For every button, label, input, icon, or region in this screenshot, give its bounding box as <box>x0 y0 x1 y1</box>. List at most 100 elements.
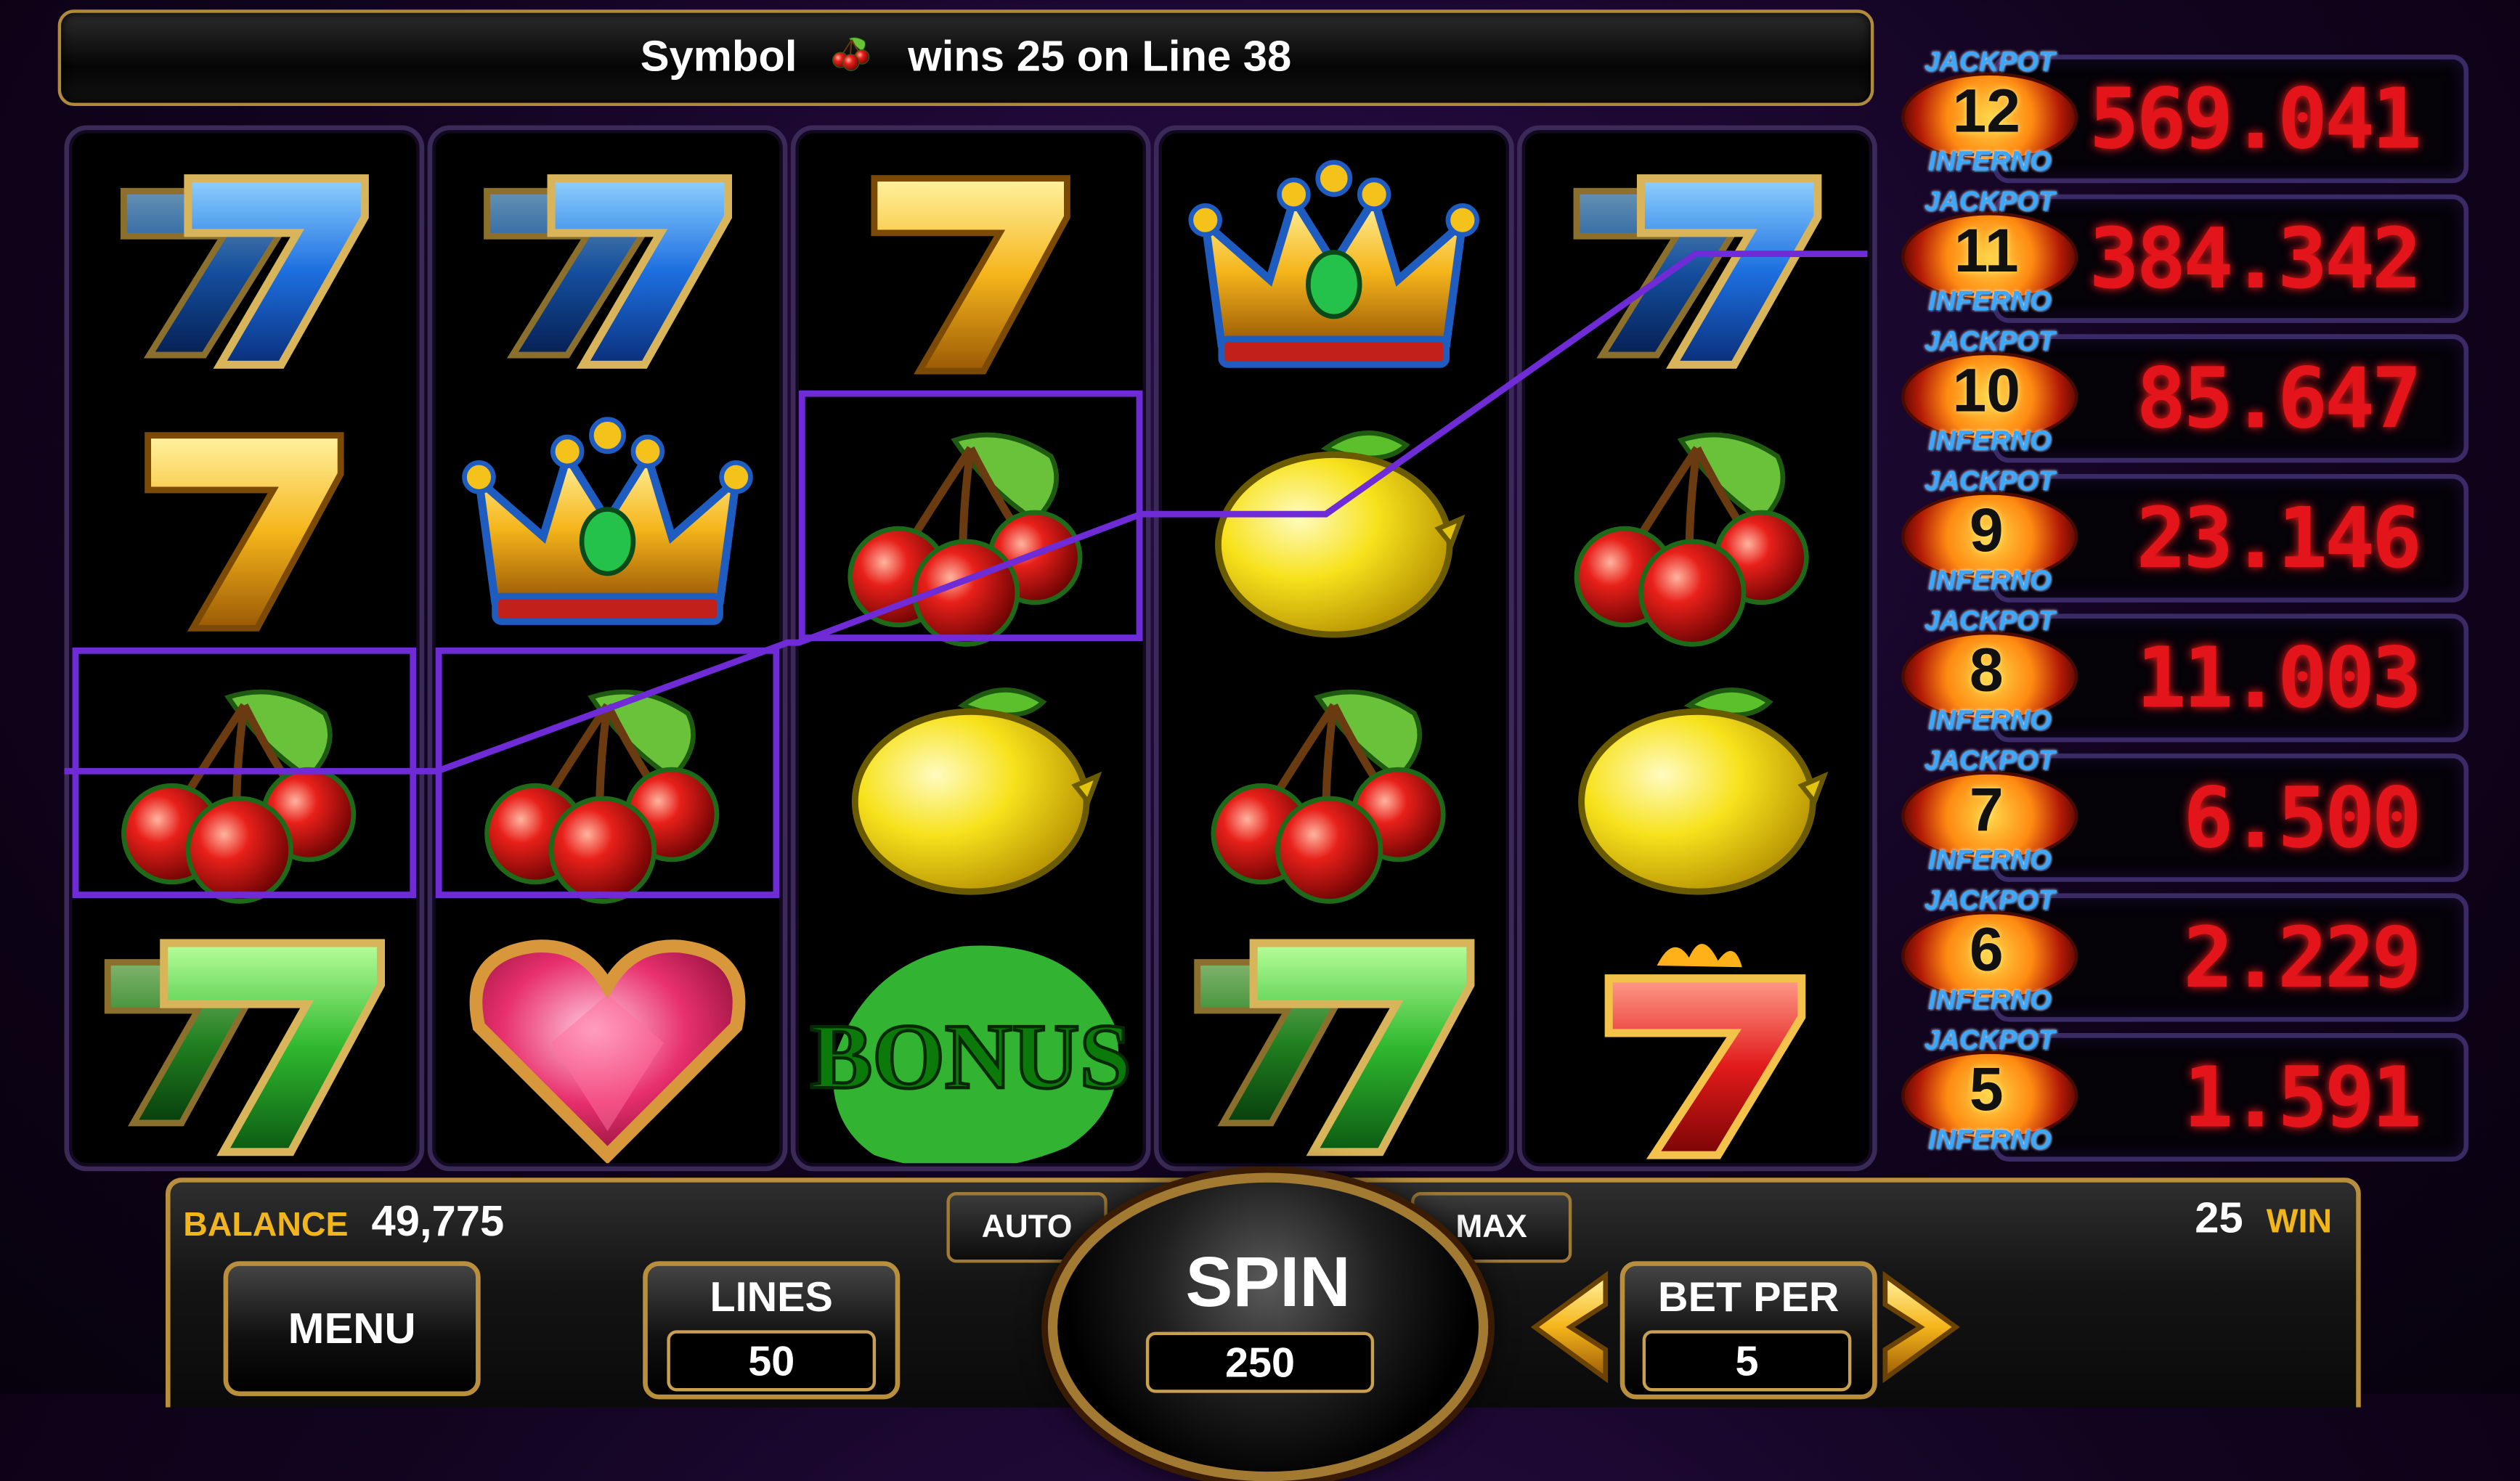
lemon-icon <box>1182 416 1487 649</box>
jackpot-value: 569.041 <box>2089 72 2422 169</box>
reel-cell <box>1522 661 1872 919</box>
spin-label: SPIN <box>1185 1243 1351 1323</box>
jackpot-subtitle: INFERNO <box>1928 984 2052 1016</box>
total-bet-value: 250 <box>1145 1331 1375 1393</box>
jackpot-badge: 9 JACKPOT INFERNO <box>1896 465 2078 597</box>
jackpot-badge: 5 JACKPOT INFERNO <box>1896 1024 2078 1156</box>
win-message-suffix: wins 25 on Line 38 <box>908 32 1292 81</box>
reel-1 <box>64 125 425 1172</box>
reel-cell <box>432 146 782 404</box>
blue-seven-icon <box>455 159 760 392</box>
jackpot-value: 85.647 <box>2136 351 2422 449</box>
reel-cell <box>1159 918 1509 1172</box>
blue-seven-icon <box>92 159 397 392</box>
jackpot-subtitle: INFERNO <box>1928 285 2052 317</box>
jackpot-value: 11.003 <box>2136 631 2422 728</box>
jackpot-subtitle: INFERNO <box>1928 565 2052 597</box>
lemon-icon <box>818 673 1123 906</box>
balance-label: BALANCE <box>183 1206 349 1244</box>
jackpot-value: 6.500 <box>2183 771 2422 868</box>
jackpot-value: 1.591 <box>2183 1050 2422 1148</box>
reel-cell <box>795 403 1145 661</box>
crown-icon <box>455 416 760 649</box>
bet-per-label: BET PER <box>1658 1272 1840 1321</box>
heart-gem-icon <box>455 930 760 1163</box>
jackpot-subtitle: INFERNO <box>1928 146 2052 177</box>
bet-decrease-arrow-icon[interactable] <box>1522 1269 1615 1384</box>
win-label: WIN <box>2266 1203 2333 1241</box>
bonus-label: BONUS <box>810 1005 1131 1108</box>
reel-cell <box>1159 146 1509 404</box>
jackpot-level: 7 <box>1969 778 2004 846</box>
reel-5 <box>1517 125 1877 1172</box>
jackpot-subtitle: INFERNO <box>1928 705 2052 736</box>
lines-value: 50 <box>667 1330 877 1392</box>
reel-4 <box>1153 125 1514 1172</box>
jackpot-title: JACKPOT <box>1924 605 2055 637</box>
win-value: 25 <box>2195 1194 2243 1242</box>
reel-cell <box>432 661 782 919</box>
jackpot-row: 2.229 6 JACKPOT INFERNO <box>1896 885 2469 1022</box>
reel-cell <box>69 918 419 1172</box>
jackpot-title: JACKPOT <box>1924 465 2055 497</box>
cherry-icon <box>1545 416 1850 649</box>
red-seven-icon <box>1545 930 1850 1163</box>
jackpot-value: 2.229 <box>2183 910 2422 1008</box>
jackpot-subtitle: INFERNO <box>1928 425 2052 457</box>
cherry-icon <box>1182 673 1487 906</box>
jackpot-badge: 10 JACKPOT INFERNO <box>1896 326 2078 458</box>
jackpot-row: 23.146 9 JACKPOT INFERNO <box>1896 465 2469 603</box>
bonus-icon: BONUS <box>808 930 1133 1163</box>
jackpot-title: JACKPOT <box>1924 186 2055 217</box>
reel-cell <box>1159 403 1509 661</box>
jackpot-badge: 8 JACKPOT INFERNO <box>1896 605 2078 738</box>
reel-cell <box>1522 146 1872 404</box>
jackpot-title: JACKPOT <box>1924 1024 2055 1056</box>
win-message-prefix: Symbol <box>640 32 797 81</box>
jackpot-subtitle: INFERNO <box>1928 1125 2052 1156</box>
jackpot-title: JACKPOT <box>1924 745 2055 776</box>
jackpot-row: 384.342 11 JACKPOT INFERNO <box>1896 186 2469 323</box>
jackpot-level: 6 <box>1969 917 2004 985</box>
cherry-icon <box>829 34 877 84</box>
jackpot-row: 1.591 5 JACKPOT INFERNO <box>1896 1024 2469 1162</box>
reel-cell: BONUS <box>795 918 1145 1172</box>
jackpot-row: 6.500 7 JACKPOT INFERNO <box>1896 745 2469 882</box>
cherry-icon <box>818 416 1123 649</box>
crown-icon <box>1182 159 1487 392</box>
reel-cell <box>69 146 419 404</box>
jackpot-title: JACKPOT <box>1924 885 2055 916</box>
reel-cell <box>1159 661 1509 919</box>
reel-cell <box>69 661 419 919</box>
reel-cell <box>1522 918 1872 1172</box>
jackpot-level: 11 <box>1954 218 2019 286</box>
jackpot-row: 85.647 10 JACKPOT INFERNO <box>1896 326 2469 463</box>
jackpot-level: 5 <box>1969 1057 2004 1125</box>
lemon-icon <box>1545 673 1850 906</box>
balance-display: BALANCE 49,775 <box>183 1197 504 1247</box>
menu-button[interactable]: MENU <box>223 1261 481 1397</box>
win-display: 25 WIN <box>2195 1194 2332 1244</box>
jackpot-title: JACKPOT <box>1924 46 2055 78</box>
reel-cell <box>1522 403 1872 661</box>
reel-2 <box>427 125 788 1172</box>
jackpot-badge: 6 JACKPOT INFERNO <box>1896 885 2078 1017</box>
reel-3: BONUS <box>790 125 1151 1172</box>
cherry-icon <box>92 673 397 906</box>
cherry-icon <box>455 673 760 906</box>
win-message: Symbol wins 25 on Line 38 <box>61 32 1871 84</box>
blue-seven-icon <box>1545 159 1850 392</box>
bet-increase-arrow-icon[interactable] <box>1876 1269 1969 1384</box>
jackpot-badge: 11 JACKPOT INFERNO <box>1896 186 2078 318</box>
green-seven-icon <box>1182 930 1487 1163</box>
jackpot-level: 8 <box>1969 637 2004 706</box>
balance-value: 49,775 <box>371 1196 505 1246</box>
spin-button[interactable]: SPIN <box>1047 1172 1489 1481</box>
reel-cell <box>432 918 782 1172</box>
jackpot-subtitle: INFERNO <box>1928 845 2052 876</box>
reel-cell <box>432 403 782 661</box>
gold-seven-icon <box>818 159 1123 392</box>
reel-cell <box>795 146 1145 404</box>
jackpot-level: 9 <box>1969 498 2004 566</box>
win-message-bar: Symbol wins 25 on Line 38 <box>57 9 1874 107</box>
